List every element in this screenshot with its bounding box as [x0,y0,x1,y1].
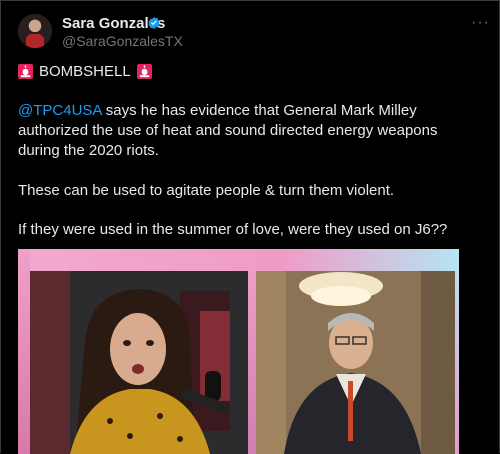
host-image [30,271,248,454]
guest-image [256,271,455,454]
video-left-edge [18,249,30,454]
tweet-paragraph-2: These can be used to agitate people & tu… [18,182,395,199]
police-siren-icon [136,64,152,79]
video-right-edge [455,249,459,454]
mention-link[interactable]: @TPC4USA [18,102,102,119]
more-icon[interactable]: ··· [471,14,490,32]
tweet-paragraph-3: If they were used in the summer of love,… [18,221,448,238]
video-panel-host [30,271,248,454]
police-siren-icon [18,64,33,79]
tweet-headline: BOMBSHELL [18,63,152,80]
video-header-bar [18,249,459,271]
author-avatar[interactable] [18,14,52,48]
verified-badge-icon [148,16,160,30]
tweet-paragraph-1: @TPC4USA says he has evidence that Gener… [18,101,482,161]
headline-text: BOMBSHELL [39,63,131,80]
author-handle[interactable]: @SaraGonzalesTX [62,33,183,49]
video-panel-guest [256,271,455,454]
video-divider [248,271,256,454]
